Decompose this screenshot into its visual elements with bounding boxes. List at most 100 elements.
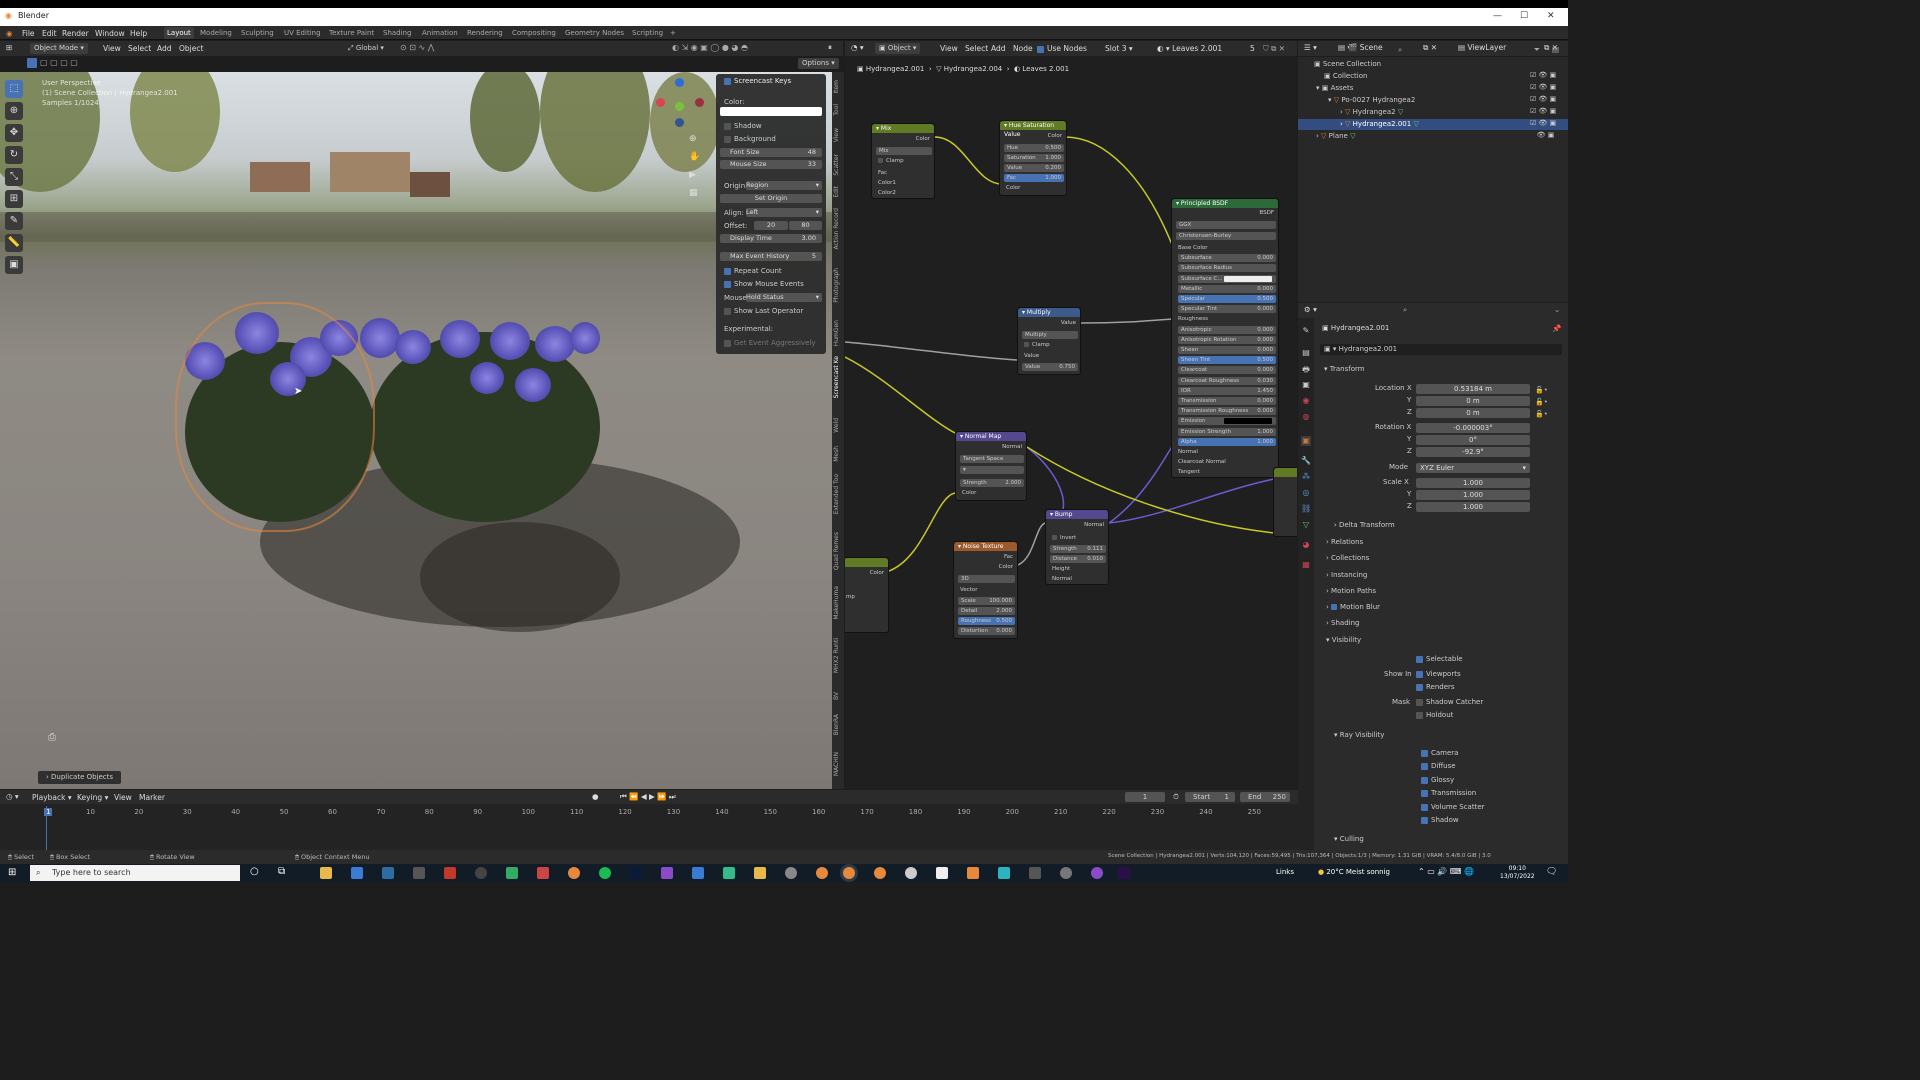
material-select[interactable]: ◐ ▾ Leaves 2.001 (1157, 44, 1222, 53)
output-tab-icon[interactable]: 🖶 (1301, 364, 1311, 374)
tab-geometry-nodes[interactable]: Geometry Nodes (565, 29, 624, 37)
current-frame-field[interactable]: 1 (1125, 792, 1165, 802)
object-tab-icon[interactable]: ▣ (1301, 436, 1311, 446)
viewport-menu-select[interactable]: Select (128, 44, 151, 53)
texture-tab-icon[interactable]: ▦ (1301, 560, 1311, 570)
multiply-op-select[interactable]: Multiply (1022, 331, 1078, 339)
side-tab-makehuman[interactable]: MakeHuma (833, 586, 843, 620)
options-button[interactable]: Options ▾ (798, 58, 839, 69)
bsdf-field-11[interactable]: Sheen Tint 0.500 (1178, 356, 1276, 365)
display-time-field[interactable]: Display Time 3.00 (720, 234, 822, 243)
pin-icon[interactable]: 📌 (1552, 324, 1561, 333)
transform-tool-icon[interactable]: ⊞ (5, 190, 23, 208)
close-button[interactable]: ✕ (1547, 11, 1555, 21)
motion-blur-section[interactable]: › Motion Blur (1326, 603, 1380, 611)
noise-distortion-field[interactable]: Distortion 0.000 (958, 627, 1015, 635)
instancing-section[interactable]: › Instancing (1326, 571, 1367, 579)
tab-layout[interactable]: Layout (164, 27, 194, 39)
shader-node-editor[interactable]: ▣ Hydrangea2.001 › ▽ Hydrangea2.004 › ◐ … (845, 57, 1297, 789)
scale-z-field[interactable]: 1.000 (1416, 502, 1530, 512)
node-menu-node[interactable]: Node (1013, 44, 1033, 53)
location-z-field[interactable]: 0 m (1416, 408, 1530, 418)
move-tool-icon[interactable]: ✥ (5, 124, 23, 142)
ray-shadow-checkbox[interactable]: Shadow (1421, 816, 1459, 824)
viewlayer-select[interactable]: ▤ ViewLayer (1458, 43, 1506, 52)
unreal-icon[interactable] (936, 867, 948, 879)
app-icon-10[interactable] (785, 867, 797, 879)
app-icon-1[interactable] (413, 867, 425, 879)
bsdf-field-19[interactable]: Alpha 1.000 (1178, 437, 1276, 446)
normal-map-strength-field[interactable]: Strength 2.000 (960, 479, 1024, 487)
side-tab-quad-remesher[interactable]: Quad Remes (833, 532, 843, 570)
noise-scale-field[interactable]: Scale 100.000 (958, 597, 1015, 605)
measure-tool-icon[interactable]: 📏 (5, 234, 23, 252)
properties-options-icon[interactable]: ⌄ (1554, 305, 1560, 314)
side-tab-extended-tools[interactable]: Extended Too (833, 474, 843, 514)
ray-transmission-checkbox[interactable]: Transmission (1421, 789, 1476, 797)
outliner-item-hydrangea2[interactable]: › ▽ Hydrangea2 ▽ (1340, 108, 1403, 116)
rotation-mode-select[interactable]: XYZ Euler ▾ (1416, 463, 1530, 473)
ray-visibility-section[interactable]: ▾ Ray Visibility (1334, 731, 1384, 739)
timeline-menu-marker[interactable]: Marker (139, 793, 165, 802)
mail-icon[interactable] (351, 867, 363, 879)
app-icon-14[interactable] (1060, 867, 1072, 879)
blender-task-icon-1[interactable] (816, 867, 828, 879)
scale-tool-icon[interactable]: ⤡ (5, 168, 23, 186)
select-tool-icon[interactable]: ⬚ (5, 80, 23, 98)
bsdf-field-14[interactable]: IOR 1.450 (1178, 386, 1276, 395)
side-tab-view[interactable]: View (833, 128, 843, 142)
shading-section[interactable]: › Shading (1326, 619, 1359, 627)
get-event-checkbox[interactable]: Get Event Aggressively (724, 339, 815, 347)
multiply-value-field[interactable]: Value 0.750 (1022, 363, 1078, 371)
bsdf-field-16[interactable]: Transmission Roughness 0.000 (1178, 407, 1276, 416)
use-nodes-checkbox[interactable]: Use Nodes (1037, 44, 1087, 53)
bsdf-field-5[interactable]: Specular 0.500 (1178, 295, 1276, 303)
show-mouse-events-checkbox[interactable]: Show Mouse Events (724, 280, 804, 288)
material-tab-icon[interactable]: ◕ (1301, 540, 1311, 550)
tab-uv-editing[interactable]: UV Editing (284, 29, 321, 37)
bsdf-field-3[interactable]: Subsurface C... (1178, 274, 1276, 283)
premiere-icon[interactable] (1118, 867, 1130, 879)
record-icon[interactable]: ● (592, 792, 599, 801)
menu-file[interactable]: File (22, 29, 35, 38)
last-operator-panel[interactable]: › Duplicate Objects (38, 771, 122, 784)
timeline-editor-type-icon[interactable]: ◷ ▾ (6, 792, 19, 801)
start-frame-field[interactable]: Start 1 (1185, 792, 1235, 802)
rotate-tool-icon[interactable]: ↻ (5, 146, 23, 164)
scene-select[interactable]: 🎬 Scene (1348, 43, 1383, 52)
max-event-history-field[interactable]: Max Event History 5 (720, 252, 822, 261)
shader-type-select[interactable]: ▣ Object ▾ (875, 43, 921, 54)
cortana-icon[interactable]: ○ (250, 866, 259, 877)
viewport-gizmo-icons[interactable]: ◐ ⇲ ◉ ▣ ◯ ● ◕ ◓ (672, 43, 748, 52)
bsdf-field-8[interactable]: Anisotropic 0.000 (1178, 325, 1276, 334)
select-box-icon[interactable] (27, 58, 37, 68)
normal-map-space-select[interactable]: Tangent Space (960, 455, 1024, 463)
ray-volume-scatter-checkbox[interactable]: Volume Scatter (1421, 803, 1485, 811)
particles-tab-icon[interactable]: ⁂ (1301, 472, 1311, 482)
add-cube-tool-icon[interactable]: ▣ (5, 256, 23, 274)
data-tab-icon[interactable]: ▽ (1301, 520, 1311, 530)
object-name-field[interactable]: ▣ ▾ Hydrangea2.001 (1320, 344, 1562, 355)
tab-animation[interactable]: Animation (422, 29, 458, 37)
tab-shading[interactable]: Shading (383, 29, 411, 37)
scale-y-field[interactable]: 1.000 (1416, 490, 1530, 500)
renders-checkbox[interactable]: Renders (1416, 683, 1455, 691)
show-last-operator-checkbox[interactable]: Show Last Operator (724, 307, 803, 315)
blender-task-icon-active[interactable] (843, 867, 855, 879)
location-y-field[interactable]: 0 m (1416, 396, 1530, 406)
constraints-tab-icon[interactable]: ⛓ (1301, 504, 1311, 514)
relations-section[interactable]: › Relations (1326, 538, 1363, 546)
partial-right-node[interactable] (1273, 467, 1297, 537)
add-workspace-button[interactable]: + (670, 29, 676, 37)
bsdf-field-2[interactable]: Subsurface Radius (1178, 264, 1276, 273)
cursor-tool-icon[interactable]: ⊕ (5, 102, 23, 120)
origin-select[interactable]: Region ▾ (746, 181, 822, 190)
timeline-menu-playback[interactable]: Playback ▾ (32, 793, 72, 802)
viewports-checkbox[interactable]: Viewports (1416, 670, 1461, 678)
end-frame-field[interactable]: End 250 (1240, 792, 1290, 802)
new-collection-icon[interactable]: ▤ (1552, 45, 1559, 54)
outliner-item-plane[interactable]: › ▽ Plane ▽ (1316, 132, 1355, 140)
bsdf-field-10[interactable]: Sheen 0.000 (1178, 346, 1276, 354)
view-layer-tab-icon[interactable]: ▣ (1301, 380, 1311, 390)
selectable-checkbox[interactable]: Selectable (1416, 655, 1463, 663)
